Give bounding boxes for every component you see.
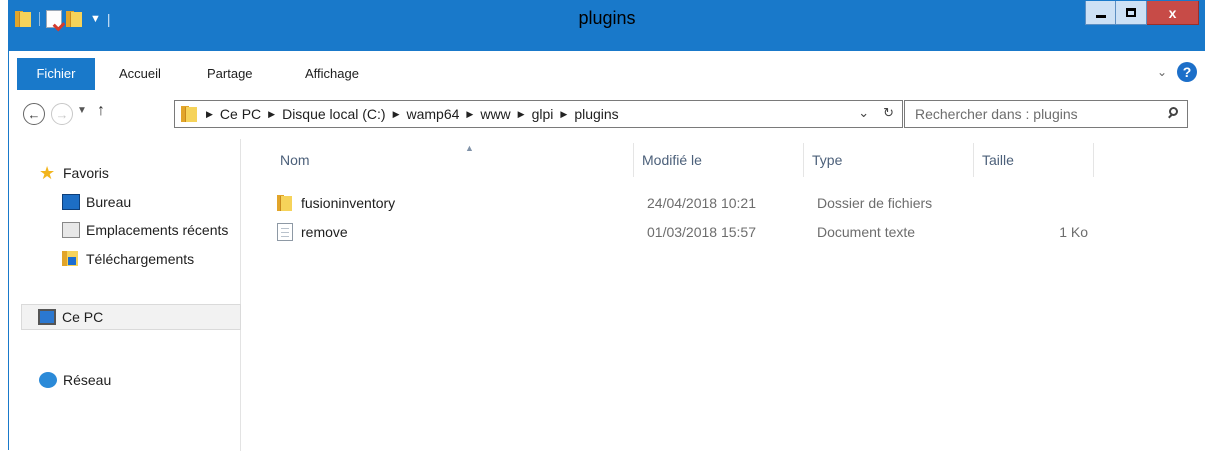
downloads-icon <box>62 251 80 267</box>
chevron-right-icon[interactable]: ▶ <box>518 109 525 120</box>
tab-home[interactable]: Accueil <box>119 58 161 90</box>
window-title: plugins <box>578 8 636 28</box>
star-icon: ★ <box>39 163 56 183</box>
file-type: Document texte <box>817 224 916 240</box>
recent-locations-icon[interactable]: ▼ <box>77 105 87 116</box>
tab-share[interactable]: Partage <box>207 58 253 90</box>
close-button[interactable]: x <box>1147 1 1199 25</box>
chevron-right-icon[interactable]: ▶ <box>466 109 473 120</box>
help-icon[interactable]: ? <box>1177 62 1197 82</box>
folder-icon <box>181 106 199 122</box>
file-modified: 24/04/2018 10:21 <box>647 195 756 211</box>
file-type: Dossier de fichiers <box>817 195 933 211</box>
chevron-right-icon[interactable]: ▶ <box>268 109 275 120</box>
ribbon-tabs: Fichier Accueil Partage Affichage ⌄ ? <box>9 58 1205 90</box>
nav-label: Bureau <box>86 194 132 210</box>
navigation-bar: ← → ▼ ↑ ▶ Ce PC ▶ Disque local (C:) ▶ wa… <box>9 97 1205 133</box>
chevron-right-icon[interactable]: ▶ <box>560 109 567 120</box>
desktop-icon <box>62 194 80 210</box>
breadcrumb-plugins[interactable]: plugins <box>574 106 618 122</box>
column-header-size[interactable]: Taille <box>974 143 1094 177</box>
network-icon <box>39 372 57 388</box>
file-name: fusioninventory <box>301 195 396 211</box>
nav-label: Ce PC <box>62 309 104 325</box>
nav-downloads[interactable]: Téléchargements <box>62 246 240 272</box>
address-history-chevron-down-icon[interactable]: ⌄ <box>858 105 869 121</box>
recent-places-icon <box>62 222 80 238</box>
file-name: remove <box>301 224 348 240</box>
folder-icon <box>277 194 293 212</box>
explorer-window: ▼ | plugins x Fichier Accueil Partage Af… <box>8 0 1205 451</box>
refresh-icon[interactable]: ↻ <box>883 105 894 121</box>
nav-recent-places[interactable]: Emplacements récents <box>62 217 240 243</box>
breadcrumb-this-pc[interactable]: Ce PC <box>220 106 261 122</box>
nav-label: Emplacements récents <box>86 222 229 238</box>
search-input[interactable]: Rechercher dans : plugins <box>904 100 1188 128</box>
nav-label: Réseau <box>63 372 112 388</box>
sort-ascending-icon: ▲ <box>465 143 474 153</box>
nav-label: Favoris <box>63 165 109 181</box>
maximize-icon <box>1126 8 1136 17</box>
maximize-button[interactable] <box>1116 1 1147 25</box>
text-file-icon <box>277 223 293 241</box>
column-header-type[interactable]: Type <box>804 143 974 177</box>
up-button[interactable]: ↑ <box>97 102 105 120</box>
nav-network[interactable]: Réseau <box>39 367 239 393</box>
expand-ribbon-icon[interactable]: ⌄ <box>1157 65 1167 79</box>
search-placeholder: Rechercher dans : plugins <box>915 106 1078 122</box>
breadcrumb-wamp64[interactable]: wamp64 <box>406 106 459 122</box>
tab-file[interactable]: Fichier <box>17 58 95 90</box>
tab-view[interactable]: Affichage <box>305 58 359 90</box>
chevron-right-icon[interactable]: ▶ <box>206 109 213 120</box>
back-button[interactable]: ← <box>23 103 45 125</box>
column-header-name[interactable]: Nom ▲ <box>272 143 634 177</box>
file-name-cell: remove <box>277 220 348 244</box>
chevron-right-icon[interactable]: ▶ <box>393 109 400 120</box>
breadcrumb-www[interactable]: www <box>480 106 510 122</box>
minimize-button[interactable] <box>1085 1 1116 25</box>
navigation-pane: ★ Favoris Bureau Emplacements récents Té… <box>9 139 241 451</box>
address-bar[interactable]: ▶ Ce PC ▶ Disque local (C:) ▶ wamp64 ▶ w… <box>174 100 903 128</box>
computer-icon <box>38 309 56 325</box>
file-name-cell: fusioninventory <box>277 191 395 215</box>
forward-button[interactable]: → <box>51 103 73 125</box>
breadcrumb-local-disk[interactable]: Disque local (C:) <box>282 106 385 122</box>
search-icon[interactable] <box>1167 107 1179 119</box>
window-controls: x <box>1085 1 1199 25</box>
file-modified: 01/03/2018 15:57 <box>647 224 756 240</box>
nav-this-pc[interactable]: Ce PC <box>21 304 241 330</box>
title-bar[interactable]: ▼ | plugins x <box>9 1 1205 51</box>
file-size: 1 Ko <box>1059 224 1088 240</box>
nav-desktop[interactable]: Bureau <box>62 189 240 215</box>
column-label: Nom <box>280 152 310 168</box>
nav-label: Téléchargements <box>86 251 195 267</box>
breadcrumb-glpi[interactable]: glpi <box>532 106 554 122</box>
nav-favorites[interactable]: ★ Favoris <box>39 160 239 186</box>
column-header-modified[interactable]: Modifié le <box>634 143 804 177</box>
file-list: Nom ▲ Modifié le Type Taille fusioninven… <box>242 139 1205 451</box>
minimize-icon <box>1095 15 1106 18</box>
